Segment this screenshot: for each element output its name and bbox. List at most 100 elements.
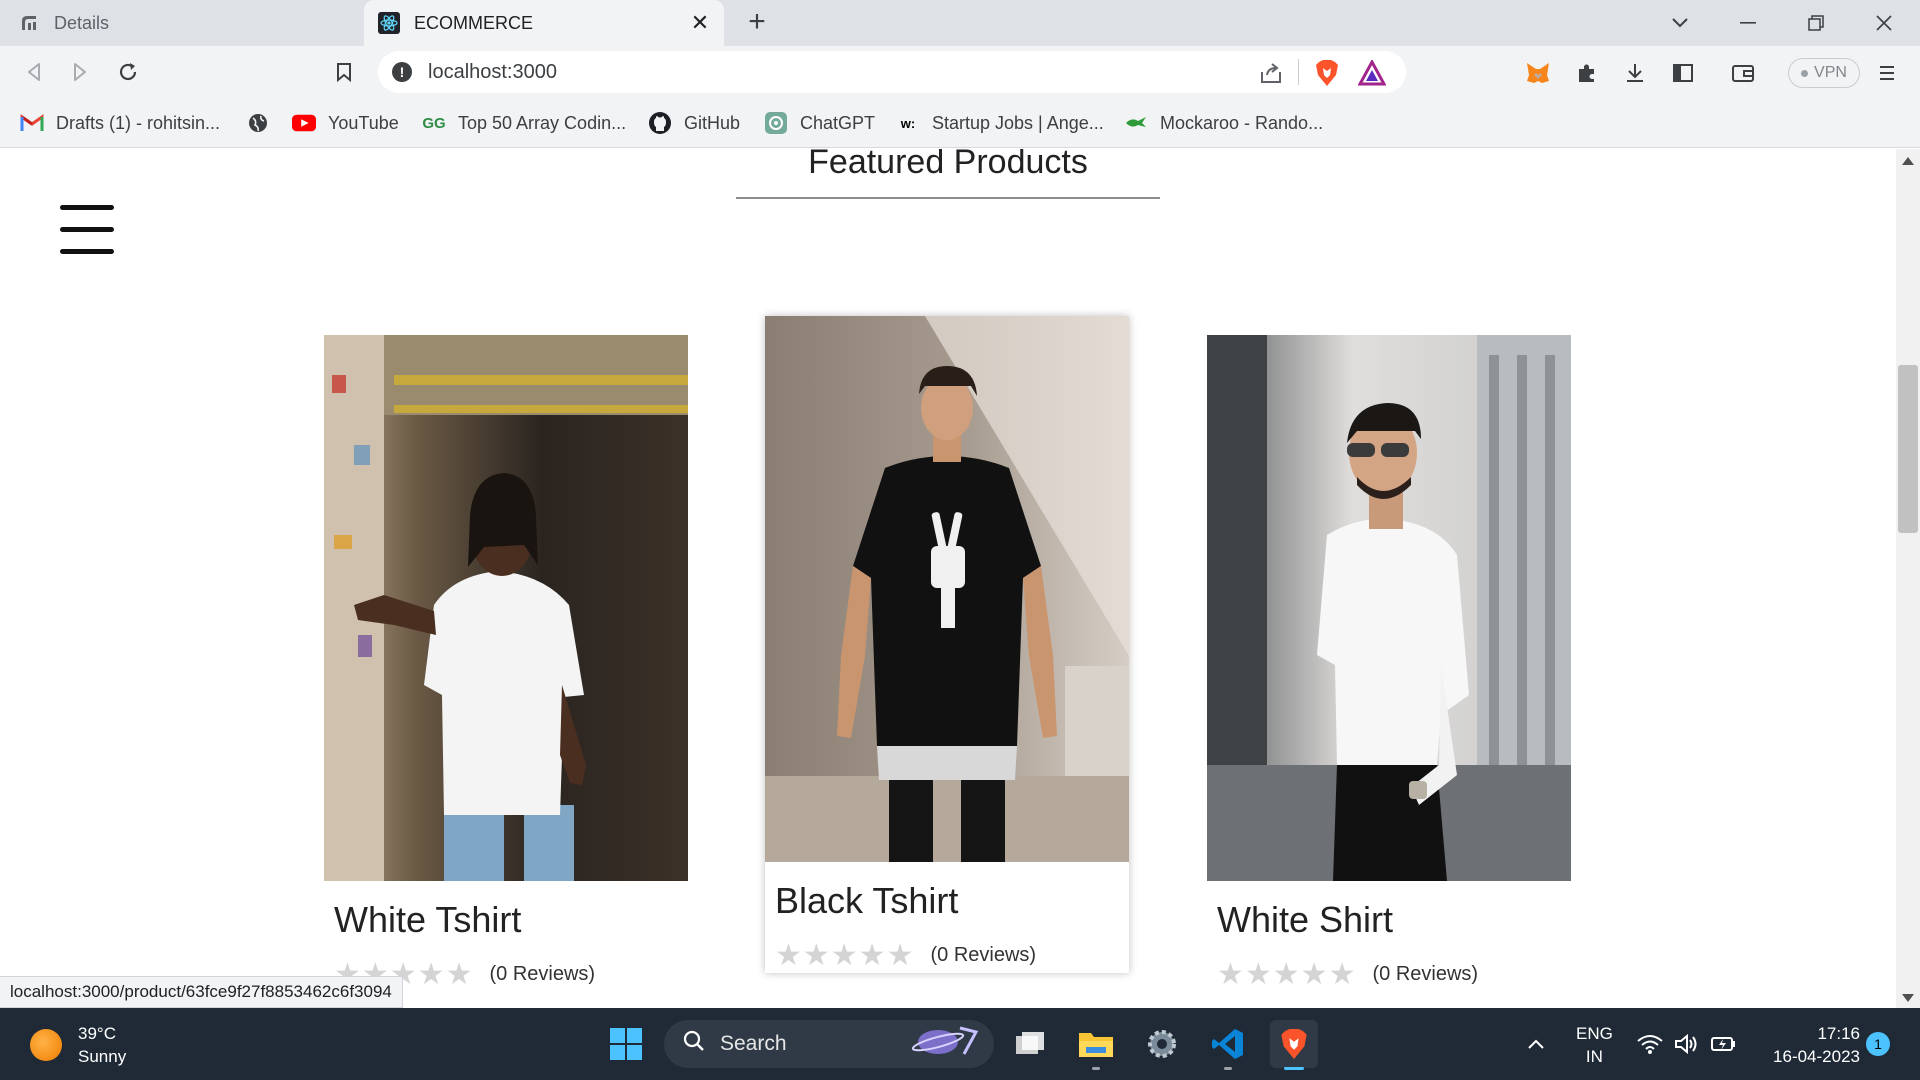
vpn-button[interactable]: VPN xyxy=(1788,58,1860,88)
menu-icon[interactable] xyxy=(1872,58,1902,88)
product-image[interactable] xyxy=(765,316,1129,862)
vscode-icon[interactable] xyxy=(1204,1020,1252,1070)
address-url[interactable]: localhost:3000 xyxy=(428,61,557,84)
wifi-icon[interactable] xyxy=(1632,1020,1668,1068)
tab-label: ECOMMERCE xyxy=(414,12,534,33)
reload-icon[interactable] xyxy=(112,56,144,88)
notification-badge[interactable]: 1 xyxy=(1866,1032,1890,1056)
review-count: (0 Reviews) xyxy=(489,963,596,985)
bookmark-geeksforgeeks[interactable]: GG Top 50 Array Codin... xyxy=(422,108,626,138)
bookmark-github[interactable]: GitHub xyxy=(648,108,740,138)
browser-toolbar: ! localhost:3000 VPN xyxy=(0,46,1920,98)
review-count: (0 Reviews) xyxy=(1372,963,1479,985)
star-rating-icon: ★★★★★ xyxy=(775,939,915,972)
globe-icon xyxy=(246,111,270,135)
bookmark-label: YouTube xyxy=(328,112,399,133)
product-image[interactable] xyxy=(324,335,688,881)
link-status-bar: localhost:3000/product/63fce9f27f8853462… xyxy=(0,976,403,1008)
chevron-up-icon[interactable] xyxy=(1516,1020,1556,1068)
youtube-icon xyxy=(292,111,316,135)
tab-label: Details xyxy=(54,12,110,33)
page-scrollbar[interactable] xyxy=(1896,149,1920,1008)
search-icon xyxy=(682,1029,706,1059)
chatgpt-icon xyxy=(764,111,788,135)
gmail-icon xyxy=(20,111,44,135)
bookmark-label: GitHub xyxy=(684,112,741,133)
tab-ecommerce[interactable]: ECOMMERCE ✕ xyxy=(364,0,724,46)
metamask-icon[interactable] xyxy=(1523,58,1553,88)
bookmark-label: Top 50 Array Codin... xyxy=(458,112,627,133)
wellfound-icon: w: xyxy=(900,115,916,131)
bookmark-label: Drafts (1) - rohitsin... xyxy=(56,112,221,133)
bookmark-gmail[interactable]: Drafts (1) - rohitsin... xyxy=(20,108,220,138)
bookmark-wellfound[interactable]: w: Startup Jobs | Ange... xyxy=(896,108,1104,138)
bookmark-icon[interactable] xyxy=(328,56,360,88)
hamburger-menu-icon[interactable] xyxy=(60,205,114,255)
restore-icon[interactable] xyxy=(1782,0,1850,46)
clock-time: 17:16 xyxy=(1817,1024,1860,1043)
brave-shields-icon[interactable] xyxy=(1314,59,1340,87)
bookmark-youtube[interactable]: YouTube xyxy=(292,108,399,138)
share-icon[interactable] xyxy=(1258,60,1284,86)
bookmark-chatgpt[interactable]: ChatGPT xyxy=(764,108,875,138)
weather-widget[interactable]: 39°C Sunny xyxy=(30,1022,126,1068)
volume-icon[interactable] xyxy=(1668,1020,1704,1068)
download-icon[interactable] xyxy=(1620,58,1650,88)
battery-charging-icon[interactable] xyxy=(1706,1020,1742,1068)
forward-icon[interactable] xyxy=(64,56,96,88)
review-count: (0 Reviews) xyxy=(930,944,1037,966)
product-rating: ★★★★★ (0 Reviews) xyxy=(775,938,1129,973)
bookmark-label: Startup Jobs | Ange... xyxy=(932,112,1104,133)
product-card-white-tshirt[interactable]: White Tshirt ★★★★★ (0 Reviews) xyxy=(324,335,688,992)
mockaroo-icon xyxy=(1124,111,1148,135)
tab-close-icon[interactable]: ✕ xyxy=(688,11,712,35)
running-indicator xyxy=(1224,1067,1232,1070)
windows-start-icon[interactable] xyxy=(602,1020,650,1068)
tab-favicon-icon xyxy=(18,12,40,34)
tab-search-chevron-icon[interactable] xyxy=(1646,0,1714,46)
running-indicator xyxy=(1092,1067,1100,1070)
product-image[interactable] xyxy=(1207,335,1571,881)
temperature: 39°C xyxy=(78,1024,116,1043)
search-label: Search xyxy=(720,1032,787,1055)
new-tab-icon[interactable]: + xyxy=(742,7,772,38)
region-code: IN xyxy=(1585,1047,1603,1066)
sidebar-icon[interactable] xyxy=(1668,58,1698,88)
product-name[interactable]: White Tshirt xyxy=(334,899,688,941)
bookmarks-bar: Drafts (1) - rohitsin... YouTube GG Top … xyxy=(0,98,1920,148)
scroll-thumb[interactable] xyxy=(1898,365,1918,533)
back-icon[interactable] xyxy=(18,56,50,88)
bookmark-label: ChatGPT xyxy=(800,112,876,133)
bookmark-mockaroo[interactable]: Mockaroo - Rando... xyxy=(1124,108,1323,138)
product-card-white-shirt[interactable]: White Shirt ★★★★★ (0 Reviews) xyxy=(1207,335,1571,992)
tab-details[interactable]: Details xyxy=(0,0,362,46)
wallet-icon[interactable] xyxy=(1728,58,1758,88)
react-icon xyxy=(378,12,400,34)
close-window-icon[interactable] xyxy=(1850,0,1918,46)
bookmark-label: Mockaroo - Rando... xyxy=(1160,112,1324,133)
settings-icon[interactable] xyxy=(1138,1020,1186,1068)
language-code: ENG xyxy=(1576,1024,1613,1043)
system-clock[interactable]: 17:16 16-04-2023 xyxy=(1760,1022,1860,1068)
input-language[interactable]: ENG IN xyxy=(1576,1022,1613,1068)
brave-rewards-icon[interactable] xyxy=(1357,58,1387,86)
file-explorer-icon[interactable] xyxy=(1072,1020,1120,1070)
site-info-icon[interactable]: ! xyxy=(392,62,412,82)
bookmark-globe[interactable] xyxy=(246,108,282,138)
scroll-up-icon[interactable] xyxy=(1902,157,1914,165)
taskbar-search[interactable]: Search xyxy=(664,1020,994,1068)
minimize-icon[interactable] xyxy=(1714,0,1782,46)
product-card-black-tshirt[interactable]: Black Tshirt ★★★★★ (0 Reviews) xyxy=(765,316,1129,973)
github-icon xyxy=(648,111,672,135)
extensions-icon[interactable] xyxy=(1572,58,1602,88)
sun-icon xyxy=(30,1029,62,1061)
scroll-down-icon[interactable] xyxy=(1902,994,1914,1002)
product-name[interactable]: White Shirt xyxy=(1217,899,1571,941)
brave-taskbar-icon[interactable] xyxy=(1270,1020,1318,1070)
divider xyxy=(1298,59,1299,85)
product-name[interactable]: Black Tshirt xyxy=(775,880,1129,922)
address-bar[interactable]: ! localhost:3000 xyxy=(378,51,1406,93)
vpn-label: VPN xyxy=(1814,64,1847,81)
task-view-icon[interactable] xyxy=(1006,1020,1054,1068)
search-highlight-icon xyxy=(911,1022,982,1066)
